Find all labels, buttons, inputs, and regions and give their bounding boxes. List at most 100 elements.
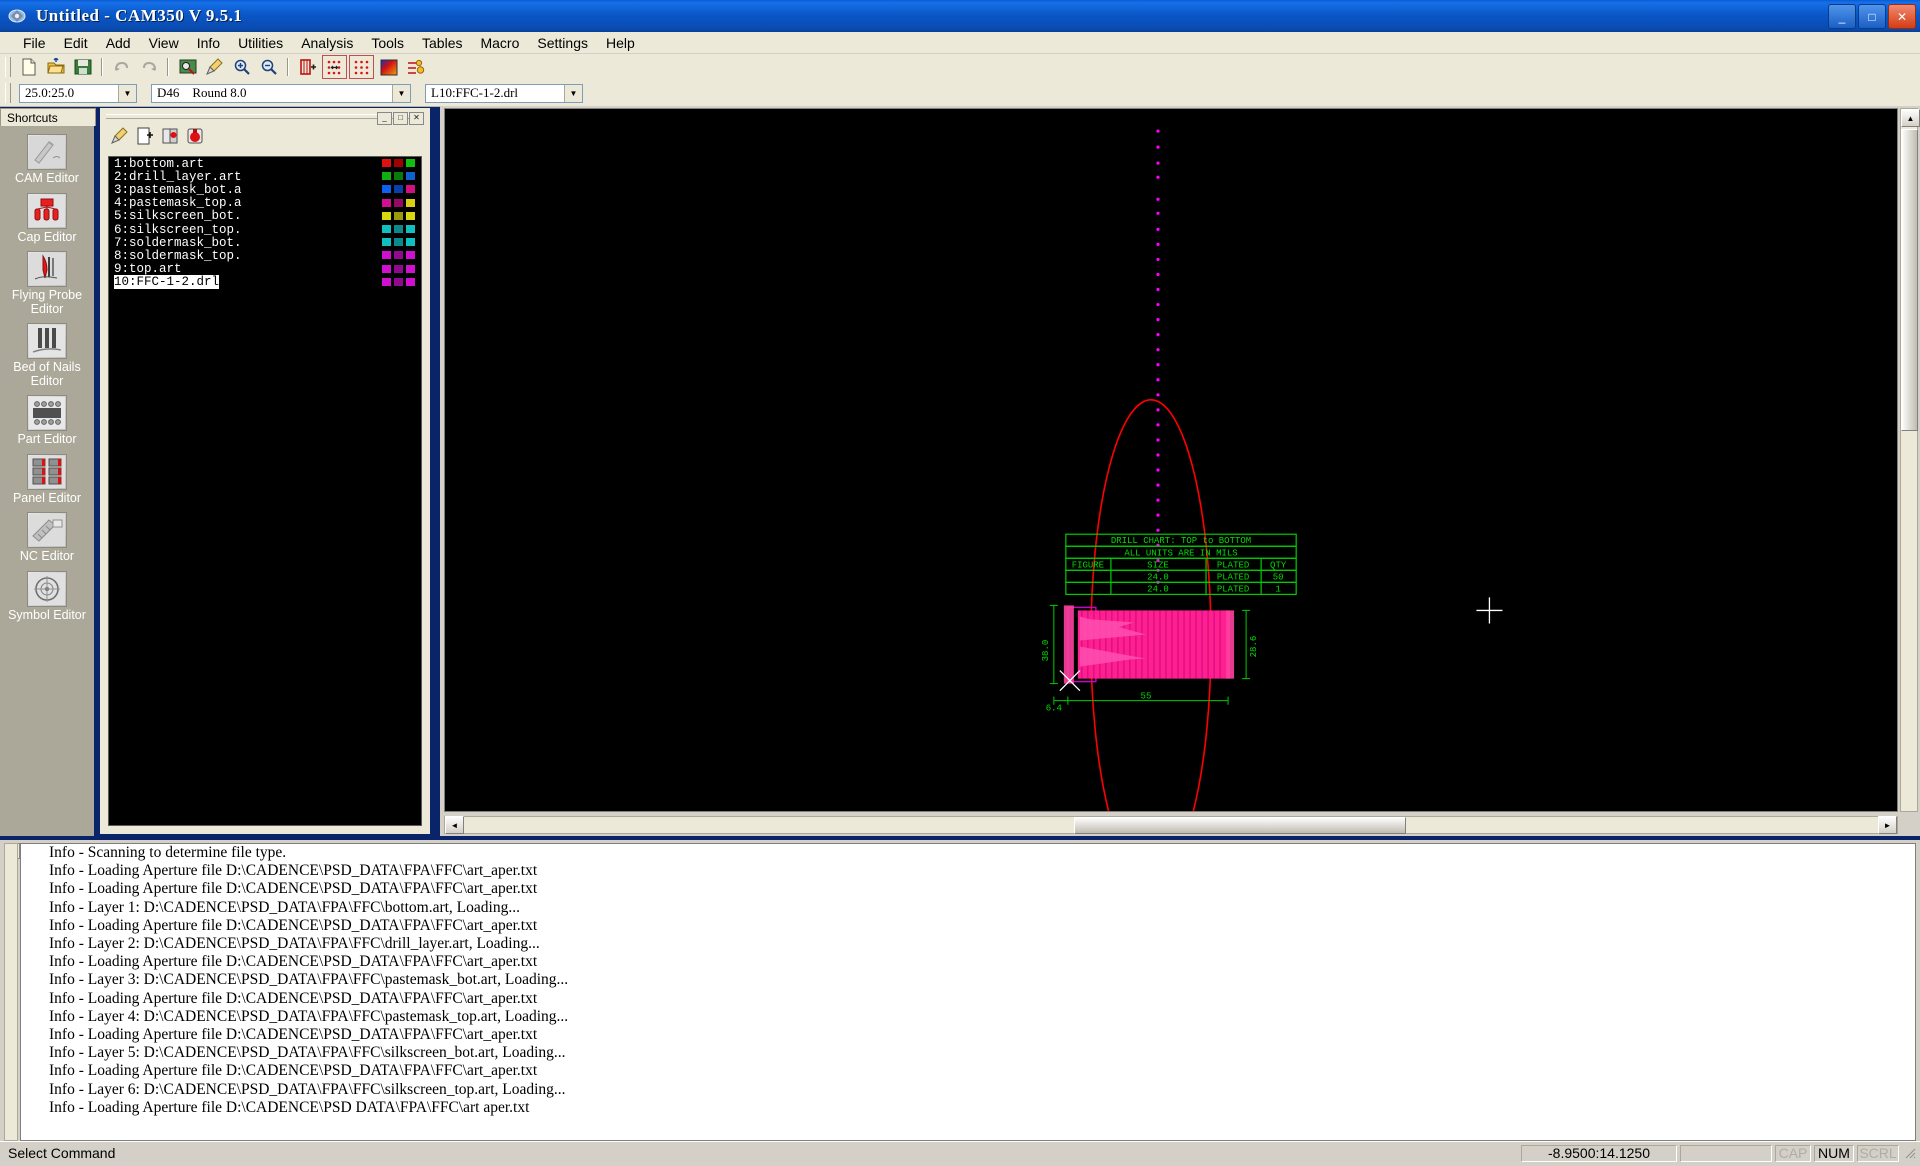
chevron-down-icon[interactable]: ▼ — [392, 84, 410, 102]
layer-row[interactable]: 6:silkscreen_top. — [109, 223, 421, 237]
layer-list[interactable]: 1:bottom.art 2:drill_layer.art 3:pastema… — [108, 156, 422, 826]
menu-settings[interactable]: Settings — [528, 33, 597, 53]
sidebar-label: NC Editor — [19, 549, 75, 563]
zoom-out-icon[interactable] — [256, 55, 281, 79]
grid-combo[interactable]: 25.0:25.0 ▼ — [19, 83, 137, 103]
layer-color-swatches[interactable] — [382, 224, 415, 233]
color-swatch — [394, 211, 403, 220]
layer-row[interactable]: 5:silkscreen_bot. — [109, 209, 421, 223]
add-layer-icon[interactable] — [295, 55, 320, 79]
chevron-down-icon[interactable]: ▼ — [118, 84, 136, 102]
window-resize-grip[interactable] — [1902, 1145, 1918, 1161]
layer-row[interactable]: 2:drill_layer.art — [109, 170, 421, 184]
layer-row[interactable]: 1:bottom.art — [109, 157, 421, 171]
sidebar-item-cap-editor[interactable]: Cap Editor — [0, 192, 94, 245]
layer-color-swatches[interactable] — [382, 211, 415, 220]
drill-chart-title: DRILL CHART: TOP to BOTTOM — [1111, 535, 1251, 546]
layer-import-icon[interactable] — [160, 126, 180, 146]
query-icon[interactable] — [175, 55, 200, 79]
message-log-text[interactable]: Info - Scanning to determine file type. … — [20, 843, 1916, 1141]
open-file-icon[interactable] — [43, 55, 68, 79]
sidebar-item-nc-editor[interactable]: NC Editor — [0, 512, 94, 564]
layer-color-swatches[interactable] — [382, 277, 415, 286]
cad-vertical-scrollbar[interactable]: ▲ — [1900, 108, 1920, 812]
sidebar-label: Bed of Nails Editor — [13, 360, 81, 388]
layer-panel-titlebar[interactable]: _ □ ✕ — [102, 110, 428, 125]
toolbar-grip[interactable] — [5, 57, 11, 77]
pcb-artwork: DRILL CHART: TOP to BOTTOM ALL UNITS ARE… — [445, 109, 1897, 811]
sidebar-item-part-editor[interactable]: Part Editor — [0, 395, 94, 447]
log-line: Info - Layer 6: D:\CADENCE\PSD_DATA\FPA\… — [49, 1080, 566, 1098]
menu-edit[interactable]: Edit — [55, 33, 97, 53]
scroll-up-button[interactable]: ▲ — [1901, 109, 1920, 127]
new-file-icon[interactable] — [16, 55, 41, 79]
layer-color-swatches[interactable] — [382, 238, 415, 247]
svg-text:1: 1 — [1275, 583, 1280, 594]
layer-panel-minimize-button[interactable]: _ — [377, 112, 392, 125]
log-line: Info - Scanning to determine file type. — [49, 844, 287, 861]
sidebar-item-symbol-editor[interactable]: Symbol Editor — [0, 570, 94, 623]
layer-export-icon[interactable] — [185, 126, 205, 146]
horizontal-scroll-thumb[interactable] — [1074, 816, 1406, 834]
minimize-button[interactable]: _ — [1828, 4, 1856, 29]
menu-analysis[interactable]: Analysis — [292, 33, 362, 53]
layer-color-swatches[interactable] — [382, 172, 415, 181]
layer-row-selected[interactable]: 10:FFC-1-2.drl — [109, 275, 421, 290]
menu-view[interactable]: View — [140, 33, 188, 53]
scroll-left-button[interactable]: ◄ — [445, 816, 464, 834]
grid-dots-icon[interactable] — [349, 55, 374, 79]
layer-panel-close-button[interactable]: ✕ — [409, 112, 424, 125]
sidebar-item-bed-of-nails-editor[interactable]: Bed of Nails Editor — [0, 323, 94, 388]
vertical-scroll-thumb[interactable] — [1901, 129, 1918, 431]
clean-icon[interactable] — [202, 55, 227, 79]
message-log-panel: × Info - Scanning to determine file type… — [0, 840, 1920, 1145]
layer-row[interactable]: 7:soldermask_bot. — [109, 236, 421, 250]
undo-icon[interactable] — [109, 55, 134, 79]
maximize-button[interactable]: □ — [1858, 4, 1886, 29]
layer-color-swatches[interactable] — [382, 198, 415, 207]
close-button[interactable]: ✕ — [1888, 4, 1916, 29]
combo-toolbar-grip[interactable] — [5, 83, 11, 103]
cad-canvas[interactable]: DRILL CHART: TOP to BOTTOM ALL UNITS ARE… — [444, 108, 1898, 812]
netlist-extract-icon[interactable] — [322, 55, 347, 79]
sidebar-item-cam-editor[interactable]: CAM Editor — [0, 134, 94, 186]
log-side-scrollbar[interactable] — [4, 843, 18, 1141]
layer-row[interactable]: 3:pastemask_bot.a — [109, 183, 421, 197]
layer-combo[interactable]: L10:FFC-1-2.drl ▼ — [425, 83, 583, 103]
color-swatch — [406, 172, 415, 181]
sidebar-item-flying-probe-editor[interactable]: Flying Probe Editor — [0, 251, 94, 316]
aperture-combo[interactable]: D46 Round 8.0 ▼ — [151, 83, 411, 103]
layer-row[interactable]: 4:pastemask_top.a — [109, 196, 421, 210]
color-palette-icon[interactable] — [376, 55, 401, 79]
symbol-editor-icon — [27, 570, 67, 607]
layer-row[interactable]: 9:top.art — [109, 262, 421, 276]
layer-settings-icon[interactable] — [403, 55, 428, 79]
layer-clean-icon[interactable] — [110, 126, 130, 146]
menu-help[interactable]: Help — [597, 33, 644, 53]
redo-icon[interactable] — [136, 55, 161, 79]
menu-tools[interactable]: Tools — [362, 33, 413, 53]
layer-color-swatches[interactable] — [382, 159, 415, 167]
layer-color-swatches[interactable] — [382, 185, 415, 194]
menu-file[interactable]: File — [14, 33, 55, 53]
layer-panel-maximize-button[interactable]: □ — [393, 112, 408, 125]
menu-macro[interactable]: Macro — [471, 33, 528, 53]
shortcuts-tab[interactable]: Shortcuts — [0, 108, 96, 126]
menu-tables[interactable]: Tables — [413, 33, 471, 53]
cad-horizontal-scrollbar[interactable]: ◄ ► — [444, 816, 1898, 834]
layer-row[interactable]: 8:soldermask_top. — [109, 249, 421, 263]
menu-utilities[interactable]: Utilities — [229, 33, 292, 53]
svg-text:PLATED: PLATED — [1217, 571, 1249, 582]
layer-color-swatches[interactable] — [382, 264, 415, 273]
window-title: Untitled - CAM350 V 9.5.1 — [36, 6, 243, 25]
sidebar-item-panel-editor[interactable]: Panel Editor — [0, 453, 94, 506]
chevron-down-icon[interactable]: ▼ — [564, 84, 582, 102]
svg-text:FIGURE: FIGURE — [1072, 559, 1104, 570]
scroll-right-button[interactable]: ► — [1878, 816, 1897, 834]
menu-add[interactable]: Add — [97, 33, 140, 53]
save-file-icon[interactable] — [70, 55, 95, 79]
zoom-in-icon[interactable] — [229, 55, 254, 79]
menu-info[interactable]: Info — [188, 33, 229, 53]
layer-color-swatches[interactable] — [382, 251, 415, 260]
layer-add-icon[interactable] — [135, 126, 155, 146]
